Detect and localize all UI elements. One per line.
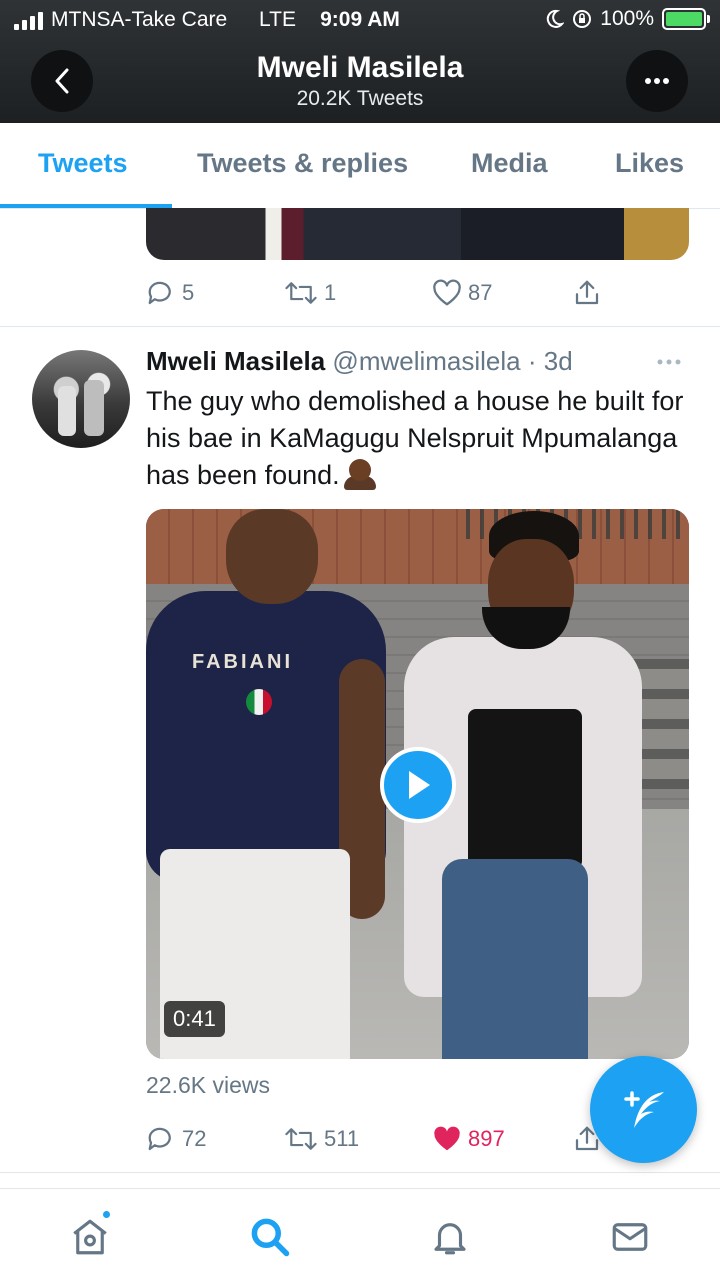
search-icon <box>251 1218 290 1257</box>
video-duration: 0:41 <box>164 1001 225 1037</box>
retweet-icon <box>285 1128 317 1150</box>
tweet-video[interactable]: FABIANI 0:41 <box>146 509 689 1059</box>
battery-icon <box>662 8 710 30</box>
tweet-actions: 72 511 897 <box>146 1124 606 1154</box>
retweet-count: 511 <box>324 1126 360 1151</box>
nav-notifications[interactable] <box>426 1213 474 1261</box>
tweet-divider <box>0 326 720 327</box>
nav-home[interactable] <box>66 1209 114 1261</box>
tweet-text: The guy who demolished a house he built … <box>146 383 686 494</box>
more-horizontal-icon <box>645 78 669 84</box>
retweet-button[interactable]: 511 <box>284 1124 432 1154</box>
battery-percent: 100% <box>600 7 654 30</box>
tweet-count: 20.2K Tweets <box>296 87 424 110</box>
tweet-body: The guy who demolished a house he built … <box>146 386 684 490</box>
tab-tweets[interactable]: Tweets <box>38 148 128 179</box>
play-button[interactable] <box>380 747 456 823</box>
more-options-button[interactable] <box>626 50 688 112</box>
reply-icon <box>148 281 171 305</box>
reply-button[interactable]: 5 <box>146 278 284 308</box>
like-count: 87 <box>468 280 493 305</box>
messages-icon <box>612 1223 648 1251</box>
retweet-icon <box>285 282 317 304</box>
compose-tweet-button[interactable] <box>590 1056 697 1163</box>
new-content-dot <box>101 1209 112 1220</box>
tweet-options-button[interactable] <box>656 346 682 372</box>
previous-tweet-media[interactable] <box>146 208 689 260</box>
reply-count: 5 <box>182 280 195 305</box>
previous-tweet-actions: 5 1 87 <box>146 278 606 308</box>
like-button[interactable]: 87 <box>432 279 572 307</box>
avatar[interactable] <box>32 350 130 448</box>
like-button[interactable]: 897 <box>432 1125 572 1153</box>
more-horizontal-icon <box>657 359 681 365</box>
home-icon <box>73 1219 107 1255</box>
nav-messages[interactable] <box>606 1213 654 1261</box>
rotation-lock-icon <box>573 10 592 28</box>
heart-filled-icon <box>434 1126 460 1151</box>
nav-search[interactable] <box>246 1213 294 1261</box>
retweet-button[interactable]: 1 <box>284 278 432 308</box>
tweet-handle-time: @mwelimasilela · 3d <box>332 346 573 376</box>
heart-icon <box>433 279 461 306</box>
video-views: 22.6K views <box>146 1072 271 1098</box>
tweet-divider <box>0 1172 720 1173</box>
shirt-brand-text: FABIANI <box>192 651 293 673</box>
tweet-header: Mweli Masilela @mwelimasilela · 3d <box>146 346 573 377</box>
play-icon <box>409 771 430 799</box>
notifications-icon <box>434 1223 466 1255</box>
tweet-author-name[interactable]: Mweli Masilela <box>146 346 325 376</box>
profile-header: MTNSA-Take Care LTE 9:09 AM 100% Mweli M… <box>0 0 720 123</box>
profile-name: Mweli Masilela <box>256 51 464 84</box>
tab-tweets-and-replies[interactable]: Tweets & replies <box>197 148 408 179</box>
tab-media[interactable]: Media <box>471 148 548 179</box>
share-icon <box>575 280 599 305</box>
profile-tabs: Tweets Tweets & replies Media Likes <box>0 123 720 209</box>
status-bar: MTNSA-Take Care LTE 9:09 AM 100% <box>0 0 720 40</box>
moon-icon <box>547 9 565 28</box>
bottom-navigation <box>0 1188 720 1280</box>
man-facepalming-emoji-icon <box>343 458 376 490</box>
tab-likes[interactable]: Likes <box>615 148 684 179</box>
compose-tweet-icon <box>623 1090 664 1128</box>
reply-count: 72 <box>182 1126 207 1151</box>
reply-button[interactable]: 72 <box>146 1124 284 1154</box>
share-button[interactable] <box>572 278 602 308</box>
profile-title: Mweli Masilela 20.2K Tweets <box>0 50 720 112</box>
like-count: 897 <box>468 1126 505 1151</box>
retweet-count: 1 <box>324 280 337 305</box>
reply-icon <box>148 1127 171 1151</box>
